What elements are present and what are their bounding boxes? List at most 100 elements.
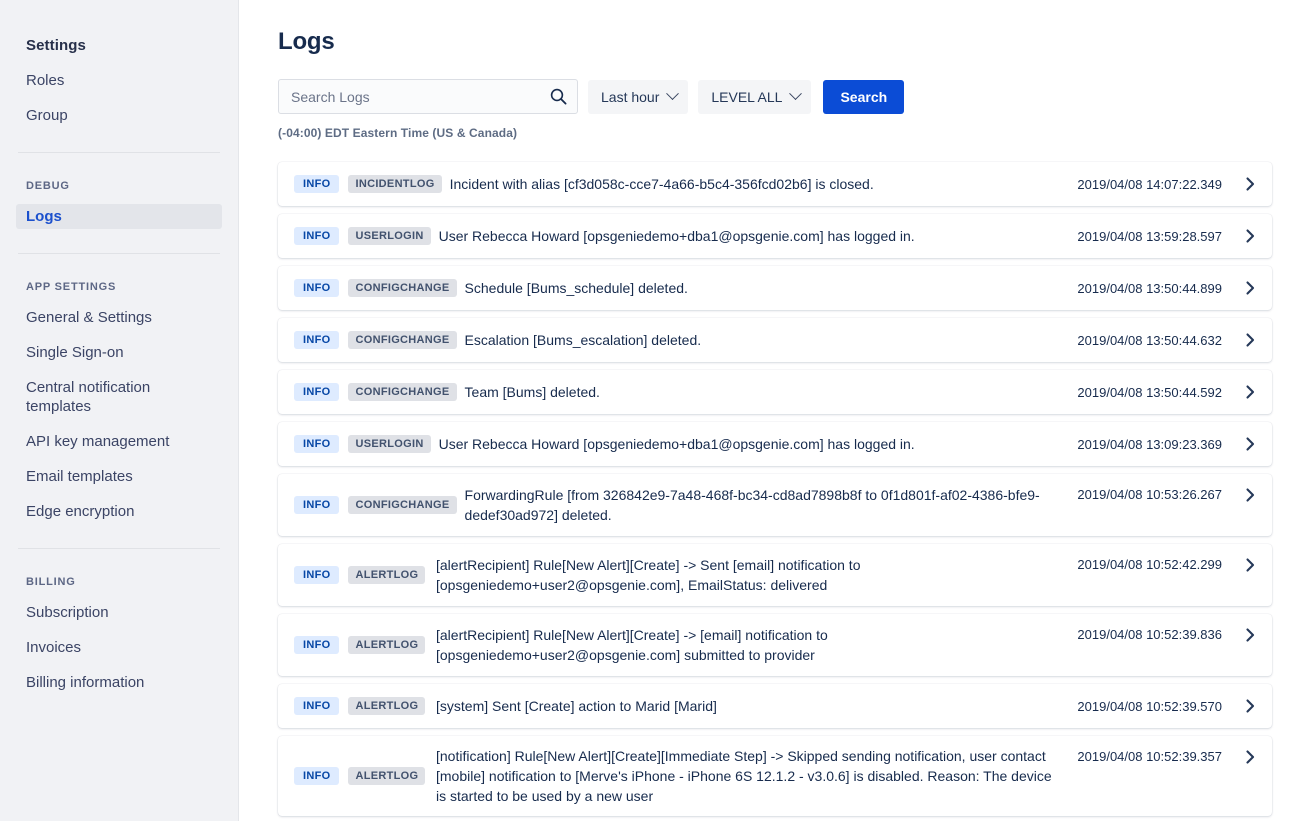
chevron-right-icon[interactable] bbox=[1234, 544, 1256, 573]
sidebar-item-group[interactable]: Group bbox=[16, 103, 222, 128]
log-level-badge: INFO bbox=[294, 566, 340, 584]
chevron-right-icon[interactable] bbox=[1234, 436, 1256, 452]
log-badges: INFO INCIDENTLOG bbox=[278, 175, 442, 193]
sidebar-divider-3 bbox=[18, 548, 220, 549]
log-badges: INFO CONFIGCHANGE bbox=[278, 383, 457, 401]
log-row[interactable]: INFO CONFIGCHANGE Team [Bums] deleted. 2019… bbox=[278, 370, 1272, 414]
chevron-right-icon[interactable] bbox=[1234, 228, 1256, 244]
chevron-right-icon[interactable] bbox=[1234, 384, 1256, 400]
log-type-badge: USERLOGIN bbox=[348, 435, 431, 453]
log-type-badge: USERLOGIN bbox=[348, 227, 431, 245]
log-message: Team [Bums] deleted. bbox=[464, 384, 600, 400]
log-type-badge: ALERTLOG bbox=[348, 636, 426, 654]
log-badges: INFO ALERTLOG bbox=[278, 566, 428, 584]
log-badges: INFO USERLOGIN bbox=[278, 435, 431, 453]
sidebar-group-title-settings: Settings bbox=[26, 37, 86, 54]
log-badges: INFO ALERTLOG bbox=[278, 767, 428, 785]
sidebar-item-email-templates[interactable]: Email templates bbox=[16, 464, 222, 489]
log-row[interactable]: INFO CONFIGCHANGE Schedule [Bums_schedule]… bbox=[278, 266, 1272, 310]
main-content: Logs Last hour LEVEL ALL Search bbox=[239, 0, 1294, 821]
chevron-right-icon[interactable] bbox=[1234, 698, 1256, 714]
log-timestamp: 2019/04/08 10:52:39.357 bbox=[1077, 749, 1222, 764]
log-timestamp: 2019/04/08 10:52:42.299 bbox=[1077, 557, 1222, 572]
log-row[interactable]: INFO ALERTLOG [alertRecipient] Rule[New Al… bbox=[278, 544, 1272, 606]
sidebar-item-central-notification-templates[interactable]: Central notification templates bbox=[16, 375, 222, 419]
log-row[interactable]: INFO ALERTLOG [notification] Rule[New Aler… bbox=[278, 736, 1272, 816]
log-type-badge: CONFIGCHANGE bbox=[348, 383, 457, 401]
log-message: [system] Sent [Create] action to Marid [… bbox=[436, 698, 717, 714]
log-badges: INFO ALERTLOG bbox=[278, 697, 428, 715]
log-badges: INFO CONFIGCHANGE bbox=[278, 331, 457, 349]
log-row[interactable]: INFO USERLOGIN User Rebecca Howard [opsgen… bbox=[278, 214, 1272, 258]
log-timestamp: 2019/04/08 13:50:44.899 bbox=[1077, 280, 1222, 296]
sidebar-section-debug: DEBUG bbox=[26, 180, 70, 192]
log-message: [notification] Rule[New Alert][Create][I… bbox=[436, 748, 1052, 804]
chevron-down-icon bbox=[789, 87, 803, 101]
sidebar-item-single-sign-on[interactable]: Single Sign-on bbox=[16, 340, 222, 365]
log-message: Incident with alias [cf3d058c-cce7-4a66-… bbox=[449, 176, 874, 192]
log-row[interactable]: INFO INCIDENTLOG Incident with alias [cf3d… bbox=[278, 162, 1272, 206]
chevron-right-icon[interactable] bbox=[1234, 176, 1256, 192]
log-type-badge: INCIDENTLOG bbox=[348, 175, 442, 193]
chevron-right-icon[interactable] bbox=[1234, 280, 1256, 296]
log-row[interactable]: INFO ALERTLOG [system] Sent [Create] actio… bbox=[278, 684, 1272, 728]
search-input[interactable] bbox=[278, 79, 578, 114]
sidebar-section-app-settings: APP SETTINGS bbox=[26, 281, 117, 293]
log-row[interactable]: INFO CONFIGCHANGE ForwardingRule [from 326… bbox=[278, 474, 1272, 536]
log-message: Schedule [Bums_schedule] deleted. bbox=[464, 280, 688, 296]
chevron-right-icon[interactable] bbox=[1234, 614, 1256, 643]
chevron-right-icon[interactable] bbox=[1234, 736, 1256, 765]
sidebar-item-general-settings[interactable]: General & Settings bbox=[16, 305, 222, 330]
log-message: User Rebecca Howard [opsgeniedemo+dba1@o… bbox=[438, 436, 915, 452]
sidebar-item-edge-encryption[interactable]: Edge encryption bbox=[16, 499, 222, 524]
log-type-badge: CONFIGCHANGE bbox=[348, 279, 457, 297]
log-timestamp: 2019/04/08 10:52:39.836 bbox=[1077, 627, 1222, 642]
log-row[interactable]: INFO USERLOGIN User Rebecca Howard [opsgen… bbox=[278, 422, 1272, 466]
level-label: LEVEL ALL bbox=[711, 88, 783, 105]
sidebar-item-subscription[interactable]: Subscription bbox=[16, 600, 222, 625]
sidebar-item-billing-information[interactable]: Billing information bbox=[16, 670, 222, 695]
log-type-badge: CONFIGCHANGE bbox=[348, 496, 457, 514]
page-title: Logs bbox=[278, 28, 335, 55]
search-box bbox=[278, 79, 578, 114]
sidebar-item-api-key-management[interactable]: API key management bbox=[16, 429, 222, 454]
log-level-badge: INFO bbox=[294, 383, 340, 401]
time-range-select[interactable]: Last hour bbox=[588, 79, 689, 114]
log-message: Escalation [Bums_escalation] deleted. bbox=[464, 332, 702, 348]
log-level-badge: INFO bbox=[294, 227, 340, 245]
log-type-badge: ALERTLOG bbox=[348, 566, 426, 584]
log-row[interactable]: INFO ALERTLOG [alertRecipient] Rule[New Al… bbox=[278, 614, 1272, 676]
log-level-badge: INFO bbox=[294, 175, 340, 193]
log-level-badge: INFO bbox=[294, 496, 340, 514]
log-badges: INFO ALERTLOG bbox=[278, 636, 428, 654]
level-select[interactable]: LEVEL ALL bbox=[698, 79, 812, 114]
sidebar-item-logs[interactable]: Logs bbox=[16, 204, 222, 229]
app-root: Settings Roles Group DEBUG Logs APP SETT… bbox=[0, 0, 1294, 821]
log-badges: INFO CONFIGCHANGE bbox=[278, 496, 457, 514]
log-row[interactable]: INFO CONFIGCHANGE Escalation [Bums_escalat… bbox=[278, 318, 1272, 362]
log-type-badge: ALERTLOG bbox=[348, 697, 426, 715]
log-message: User Rebecca Howard [opsgeniedemo+dba1@o… bbox=[438, 228, 915, 244]
log-timestamp: 2019/04/08 13:50:44.632 bbox=[1077, 332, 1222, 348]
log-level-badge: INFO bbox=[294, 279, 340, 297]
chevron-right-icon[interactable] bbox=[1234, 474, 1256, 503]
search-button[interactable]: Search bbox=[823, 79, 905, 114]
chevron-right-icon[interactable] bbox=[1234, 332, 1256, 348]
log-timestamp: 2019/04/08 10:52:39.570 bbox=[1077, 698, 1222, 714]
sidebar-item-invoices[interactable]: Invoices bbox=[16, 635, 222, 660]
log-level-badge: INFO bbox=[294, 331, 340, 349]
sidebar-section-billing: BILLING bbox=[26, 576, 76, 588]
chevron-down-icon bbox=[666, 87, 680, 101]
sidebar-divider-1 bbox=[18, 152, 220, 153]
log-message: [alertRecipient] Rule[New Alert][Create]… bbox=[436, 627, 828, 663]
log-badges: INFO USERLOGIN bbox=[278, 227, 431, 245]
log-list: INFO INCIDENTLOG Incident with alias [cf3d… bbox=[278, 162, 1272, 816]
sidebar-item-roles[interactable]: Roles bbox=[16, 68, 222, 93]
time-range-label: Last hour bbox=[601, 88, 660, 105]
sidebar-divider-2 bbox=[18, 253, 220, 254]
log-badges: INFO CONFIGCHANGE bbox=[278, 279, 457, 297]
sidebar: Settings Roles Group DEBUG Logs APP SETT… bbox=[0, 0, 239, 821]
log-level-badge: INFO bbox=[294, 636, 340, 654]
log-level-badge: INFO bbox=[294, 435, 340, 453]
log-type-badge: CONFIGCHANGE bbox=[348, 331, 457, 349]
